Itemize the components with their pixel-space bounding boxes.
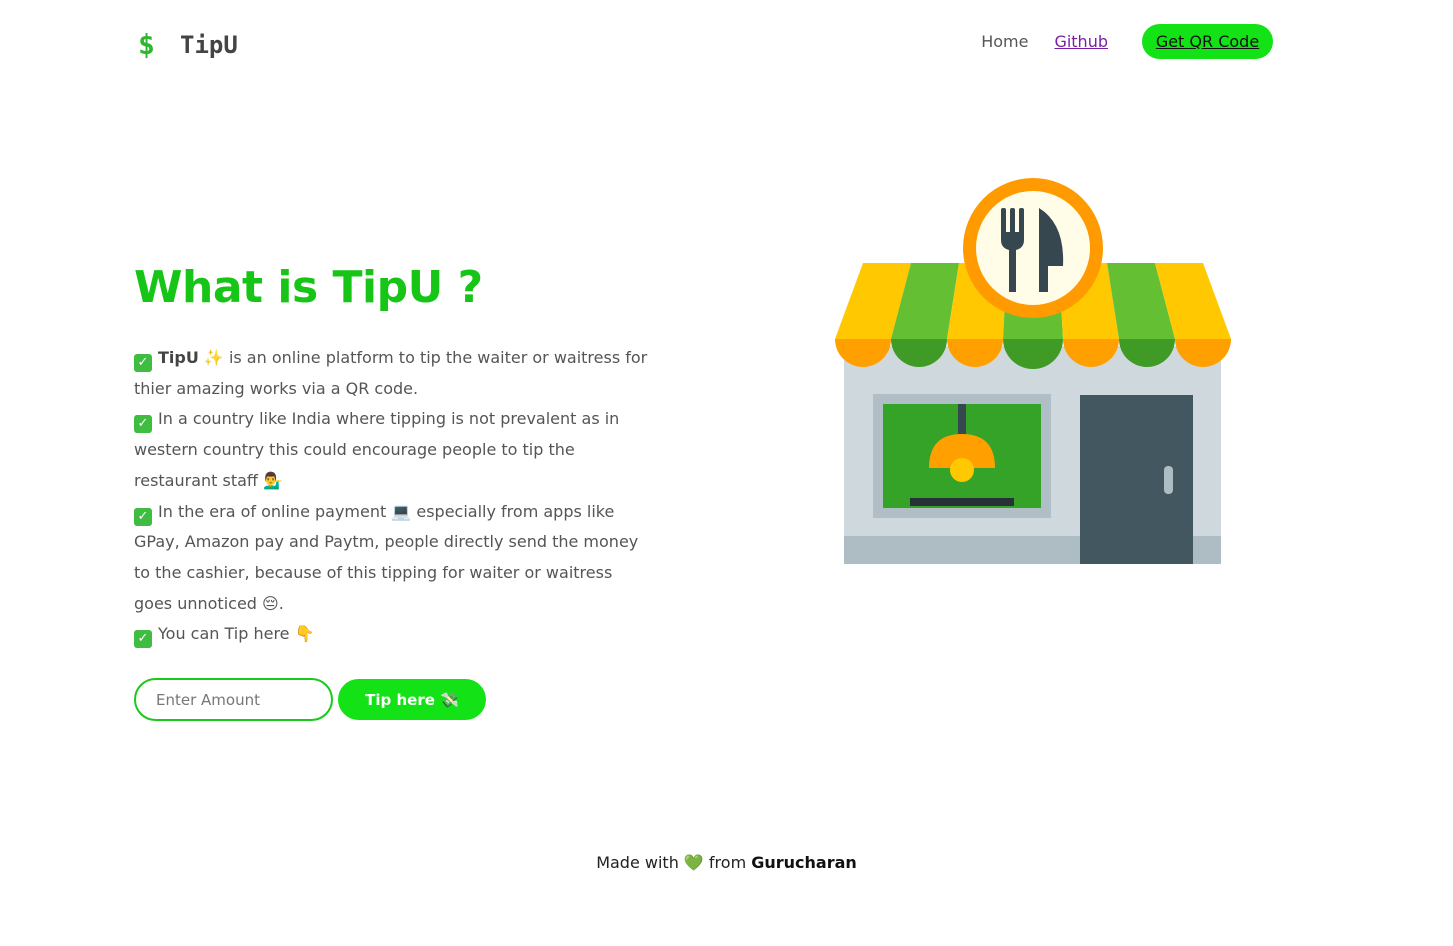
point-2-text: In a country like India where tipping is… <box>134 409 620 490</box>
tip-form: Tip here 💸 <box>134 678 486 721</box>
check-icon: ✓ <box>134 415 152 434</box>
tip-here-button[interactable]: Tip here 💸 <box>338 679 486 720</box>
main-nav: Home Github Get QR Code <box>981 24 1273 59</box>
brand[interactable]: $ TipU <box>138 28 238 62</box>
check-icon: ✓ <box>134 354 152 372</box>
footer-author: Gurucharan <box>751 853 857 872</box>
dollar-icon: $ <box>138 28 155 61</box>
nav-github-link[interactable]: Github <box>1054 32 1108 51</box>
point-1-bold: TipU <box>158 348 199 367</box>
point-1-text: ✨ is an online platform to tip the waite… <box>134 348 648 398</box>
check-icon: ✓ <box>134 507 152 526</box>
brand-name: TipU <box>180 31 238 59</box>
point-3-text: In the era of online payment 💻 especiall… <box>134 501 639 613</box>
point-3: ✓ In the era of online payment 💻 especial… <box>134 497 654 620</box>
point-2: ✓ In a country like India where tipping i… <box>134 404 654 496</box>
hero-title: What is TipU ? <box>134 262 483 313</box>
site-header: $ TipU Home Github Get QR Code <box>0 0 1453 82</box>
footer-text: Made with 💚 from <box>596 853 752 872</box>
get-qr-code-button[interactable]: Get QR Code <box>1142 24 1273 59</box>
nav-home-link[interactable]: Home <box>981 32 1028 51</box>
amount-input[interactable] <box>134 678 333 721</box>
site-footer: Made with 💚 from Gurucharan <box>0 853 1453 872</box>
point-4-text: You can Tip here 👇 <box>158 624 315 644</box>
hero-description: ✓ TipU ✨ is an online platform to tip the… <box>134 343 654 650</box>
point-4: ✓ You can Tip here 👇 <box>134 619 654 650</box>
restaurant-storefront-icon <box>833 176 1233 568</box>
check-icon: ✓ <box>134 630 152 649</box>
point-1: ✓ TipU ✨ is an online platform to tip the… <box>134 343 654 404</box>
